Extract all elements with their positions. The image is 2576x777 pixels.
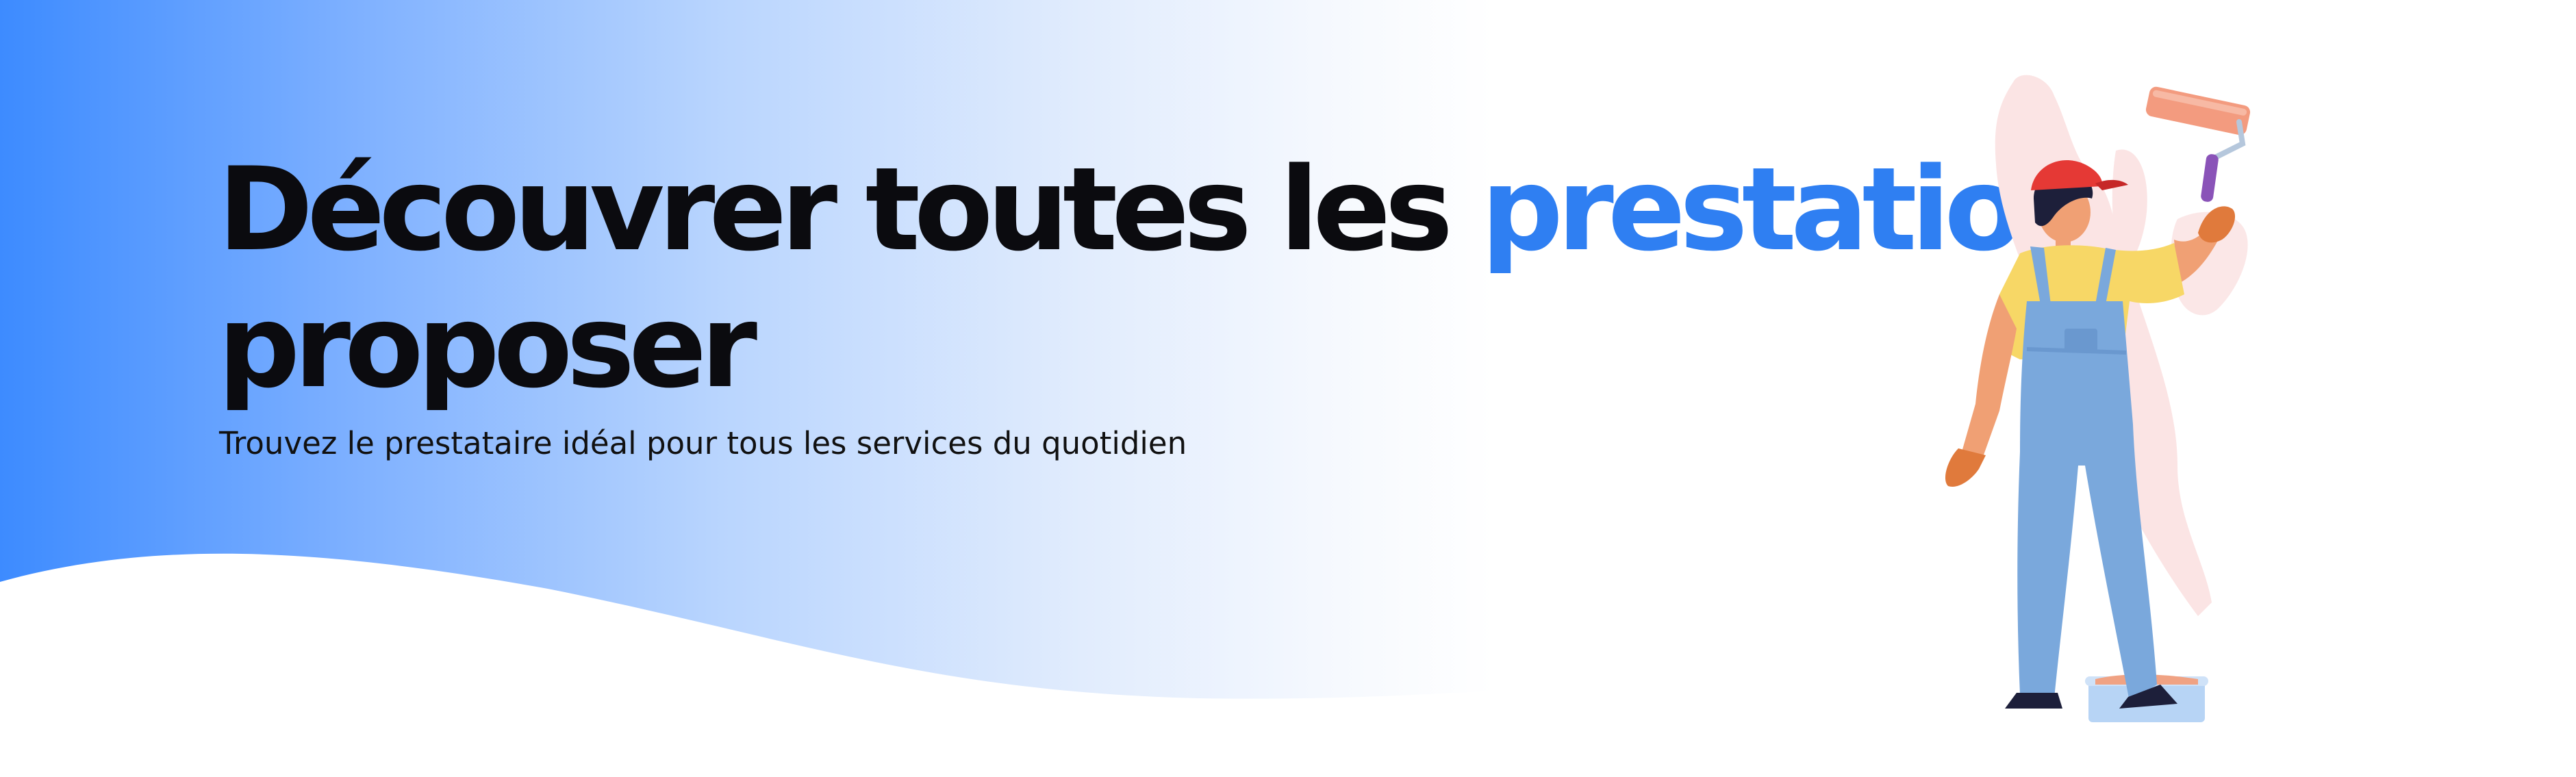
title-line2: proposer bbox=[218, 279, 757, 413]
left-arm bbox=[1962, 294, 2017, 459]
painter-illustration bbox=[1945, 75, 2251, 722]
glove-left-icon bbox=[1945, 448, 1986, 487]
paint-roller-icon bbox=[2145, 86, 2251, 202]
subtitle: Trouvez le prestataire idéal pour tous l… bbox=[219, 425, 1187, 461]
title-main: Découvrer toutes les bbox=[218, 142, 1481, 277]
shoe-left-icon bbox=[2005, 693, 2062, 709]
hero-banner: Découvrer toutes les prestation proposer … bbox=[0, 0, 2576, 777]
